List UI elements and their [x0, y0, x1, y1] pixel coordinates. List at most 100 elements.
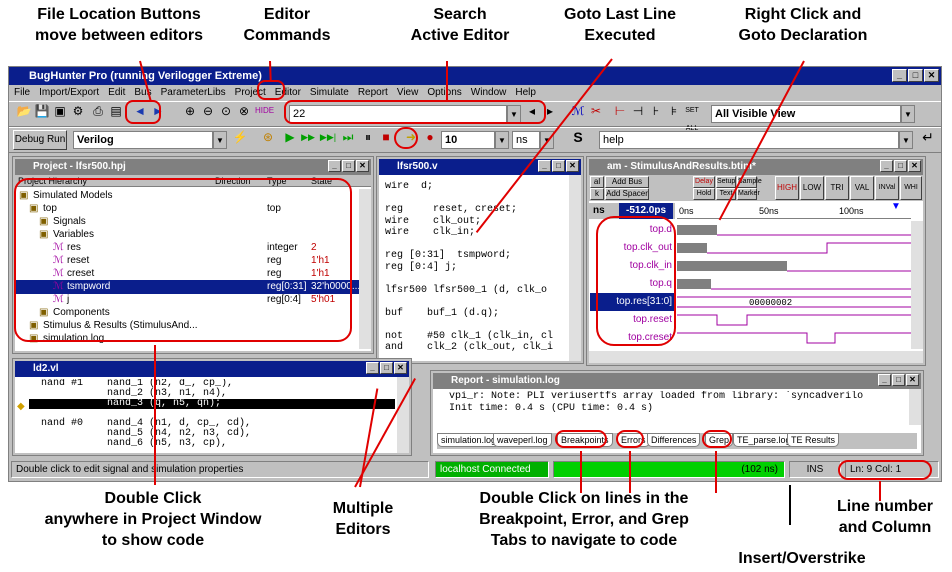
open-icon[interactable]: 📂: [15, 102, 33, 120]
menu-item-report[interactable]: Report: [358, 85, 388, 101]
help-input[interactable]: help: [599, 131, 899, 149]
marker-prev-icon[interactable]: ⊣: [629, 102, 647, 120]
build-icon[interactable]: ⚡: [231, 128, 249, 146]
tri-button[interactable]: TRI: [825, 176, 849, 200]
code-line[interactable]: lfsr500 lfsr500_1 (d, clk_o: [385, 285, 569, 297]
inval-button[interactable]: INVal: [875, 176, 899, 200]
print-icon[interactable]: ⎙: [89, 102, 107, 120]
marker-icon[interactable]: ⊢: [611, 102, 629, 120]
tab-waveperllog[interactable]: waveperl.log: [493, 433, 552, 447]
maximize-button[interactable]: □: [908, 69, 923, 82]
code-line[interactable]: reg [0:31] tsmpword;: [385, 250, 569, 262]
sim-time-dropdown-icon[interactable]: ▼: [495, 131, 509, 149]
marker-next-icon[interactable]: ⊦: [647, 102, 665, 120]
timing-scrollbar[interactable]: [911, 221, 923, 349]
compile-icon[interactable]: ⊛: [259, 128, 277, 146]
menu-item-options[interactable]: Options: [427, 85, 461, 101]
menu-item-importexport[interactable]: Import/Export: [39, 85, 99, 101]
menu-item-window[interactable]: Window: [471, 85, 507, 101]
report-max-button[interactable]: □: [892, 374, 905, 386]
code-line[interactable]: wire clk_out;: [385, 216, 569, 228]
code-line[interactable]: buf buf_1 (d.q);: [385, 308, 569, 320]
sim-time-input[interactable]: 10: [441, 131, 495, 149]
editor2-max-button[interactable]: □: [380, 362, 393, 374]
zoom-range-icon[interactable]: ⊗: [235, 102, 253, 120]
minimize-button[interactable]: _: [892, 69, 907, 82]
timing-btn-clock[interactable]: k: [590, 188, 604, 200]
language-dropdown-icon[interactable]: ▼: [213, 131, 227, 149]
low-button[interactable]: LOW: [800, 176, 824, 200]
tab-simulationlog[interactable]: simulation.log: [437, 433, 501, 447]
report-close-button[interactable]: ✕: [906, 374, 919, 386]
timing-max-button[interactable]: □: [894, 160, 907, 172]
menu-item-help[interactable]: Help: [515, 85, 536, 101]
code-line[interactable]: [385, 193, 569, 205]
breakpoint-icon[interactable]: ●: [421, 128, 439, 146]
cursor-marker-icon[interactable]: ▼: [891, 199, 901, 215]
report-min-button[interactable]: _: [878, 374, 891, 386]
marker-last-icon[interactable]: ⊧: [665, 102, 683, 120]
step-over-icon[interactable]: ⏭: [339, 128, 357, 146]
add-bus-button[interactable]: Add Bus: [605, 176, 649, 188]
enter-icon[interactable]: ↵: [919, 128, 937, 146]
menu-item-edit[interactable]: Edit: [108, 85, 125, 101]
delete-signal-icon[interactable]: ✂: [587, 102, 605, 120]
stop-icon[interactable]: ■: [377, 128, 395, 146]
s-label[interactable]: S: [569, 128, 587, 146]
language-select[interactable]: Verilog: [73, 131, 213, 149]
code-line[interactable]: reg [0:4] j;: [385, 262, 569, 274]
debug-run-button[interactable]: Debug Run: [13, 130, 67, 150]
timing-btn-signal[interactable]: al: [590, 176, 604, 188]
set-all-icon[interactable]: SET ALL: [683, 102, 701, 132]
zoom-full-icon[interactable]: ⊙: [217, 102, 235, 120]
step-icon[interactable]: ▶▶|: [319, 128, 337, 146]
help-dropdown-icon[interactable]: ▼: [899, 131, 913, 149]
code-line[interactable]: wire d;: [385, 181, 569, 193]
run-to-icon[interactable]: ▶▶: [299, 128, 317, 146]
project-max-button[interactable]: □: [342, 160, 355, 172]
zoom-in-icon[interactable]: ⊕: [181, 102, 199, 120]
hide-signal-icon[interactable]: HIDE: [255, 102, 274, 120]
save-icon[interactable]: 💾: [33, 102, 51, 120]
menu-item-view[interactable]: View: [397, 85, 419, 101]
waveform-area[interactable]: 00000002: [677, 221, 911, 349]
editor1-scrollbar[interactable]: [569, 175, 581, 361]
delay-button[interactable]: Delay: [693, 176, 715, 188]
code-line[interactable]: reg reset, creset;: [385, 204, 569, 216]
pause-icon[interactable]: ⏸: [359, 128, 377, 146]
tab-teparselog[interactable]: TE_parse.log: [733, 433, 795, 447]
setup-button[interactable]: Setup: [716, 176, 736, 188]
menu-item-parameterlibs[interactable]: ParameterLibs: [161, 85, 226, 101]
code-line[interactable]: nand_3 (q, n5, qn);: [29, 399, 395, 409]
editor1-close-button[interactable]: ✕: [566, 160, 579, 172]
marker-button[interactable]: Marker: [737, 188, 760, 200]
timing-hscrollbar[interactable]: [589, 351, 923, 363]
editor1-max-button[interactable]: □: [552, 160, 565, 172]
tab-teresults[interactable]: TE Results: [787, 433, 840, 447]
project-close-button[interactable]: ✕: [356, 160, 369, 172]
val-button[interactable]: VAL: [850, 176, 874, 200]
code-line[interactable]: and clk_2 (clk_out, clk_i: [385, 342, 569, 354]
editor1-code[interactable]: wire d; reg reset, creset; wire clk_out; wi…: [385, 181, 569, 357]
high-button[interactable]: HIGH: [775, 176, 799, 200]
code-line[interactable]: [385, 296, 569, 308]
hold-button[interactable]: Hold: [693, 188, 715, 200]
editor2-code[interactable]: nand #1 nand_1 (n2, d_, cp_), nand_2 (n3…: [29, 379, 395, 453]
project-min-button[interactable]: _: [328, 160, 341, 172]
save-all-icon[interactable]: ▣: [51, 102, 69, 120]
code-line[interactable]: not #50 clk_1 (clk_in, cl: [385, 331, 569, 343]
project-icon[interactable]: ⚙: [69, 102, 87, 120]
zoom-out-icon[interactable]: ⊖: [199, 102, 217, 120]
whi-button[interactable]: WHI: [900, 176, 922, 200]
code-line[interactable]: nand_6 (n5, n3, cp),: [29, 439, 395, 449]
timing-close-button[interactable]: ✕: [908, 160, 921, 172]
editor1-min-button[interactable]: _: [538, 160, 551, 172]
code-line[interactable]: [385, 319, 569, 331]
view-dropdown-icon[interactable]: ▼: [901, 105, 915, 123]
editor2-min-button[interactable]: _: [366, 362, 379, 374]
tab-differences[interactable]: Differences: [647, 433, 701, 447]
menu-item-file[interactable]: File: [14, 85, 30, 101]
run-icon[interactable]: ▶: [281, 128, 299, 146]
code-line[interactable]: [385, 273, 569, 285]
add-spacer-button[interactable]: Add Spacer: [605, 188, 649, 200]
